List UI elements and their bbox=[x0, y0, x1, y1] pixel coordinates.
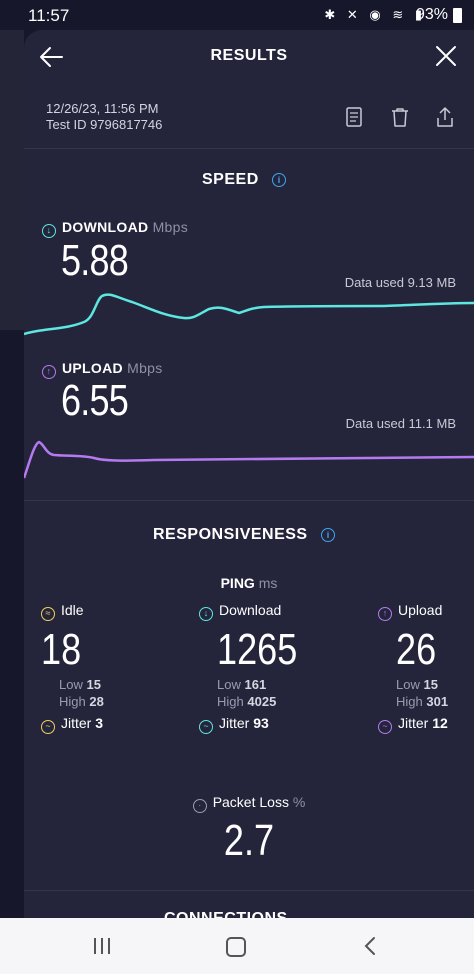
divider bbox=[24, 890, 474, 891]
test-date: 12/26/23, 11:56 PM bbox=[46, 101, 159, 116]
page-title: RESULTS bbox=[210, 47, 288, 64]
speed-info-icon[interactable]: i bbox=[272, 173, 286, 187]
idle-icon: ≈ bbox=[41, 607, 55, 621]
idle-low-value: 15 bbox=[86, 677, 101, 692]
home-icon[interactable] bbox=[226, 937, 246, 957]
status-time: 11:57 bbox=[28, 6, 70, 25]
idle-label: Idle bbox=[61, 602, 84, 618]
battery-percent: 93% bbox=[415, 6, 448, 23]
download-arrow-icon: ↓ bbox=[42, 224, 56, 238]
upload-data-used: Data used 11.1 MB bbox=[345, 416, 456, 431]
connections-section-title: CONNECTIONS bbox=[164, 910, 288, 918]
test-id: Test ID 9796817746 bbox=[46, 117, 163, 132]
download-unit: Mbps bbox=[152, 219, 189, 235]
download-ping-value: 1265 bbox=[217, 625, 298, 674]
download-high-value: 4025 bbox=[247, 694, 277, 709]
share-icon[interactable] bbox=[435, 106, 455, 128]
status-bar: 11:57 ✱ ✕ ◉ ≋ ▮ 93% bbox=[0, 0, 474, 30]
idle-jitter-value: 3 bbox=[95, 715, 104, 731]
divider bbox=[24, 148, 474, 149]
download-high-label: High bbox=[217, 694, 244, 709]
packet-loss-label: Packet Loss bbox=[212, 794, 289, 810]
upload-graph-line bbox=[24, 440, 474, 479]
upload-arrow-icon: ↑ bbox=[42, 365, 56, 379]
responsiveness-section-title: RESPONSIVENESS bbox=[153, 526, 308, 543]
jitter-icon: ~ bbox=[378, 720, 392, 734]
packet-loss-value: 2.7 bbox=[223, 816, 275, 865]
packet-loss-heading: · Packet Loss % bbox=[24, 794, 474, 813]
test-meta: 12/26/23, 11:56 PM Test ID 9796817746 bbox=[46, 101, 162, 133]
ping-unit: ms bbox=[258, 575, 278, 591]
ping-heading: PING ms bbox=[24, 575, 474, 591]
download-ping-label: Download bbox=[219, 602, 282, 618]
ping-label: PING bbox=[220, 575, 255, 591]
upload-low-label: Low bbox=[396, 677, 420, 692]
upload-high-value: 301 bbox=[426, 694, 449, 709]
download-graph-line bbox=[24, 293, 474, 336]
upload-unit: Mbps bbox=[127, 360, 163, 376]
idle-ping-value: 18 bbox=[41, 625, 82, 674]
packet-loss-icon: · bbox=[192, 799, 207, 813]
background-app-edge bbox=[0, 30, 24, 330]
jitter-icon: ~ bbox=[199, 720, 213, 734]
download-jitter-label: Jitter bbox=[219, 715, 250, 731]
download-label: DOWNLOAD bbox=[62, 219, 149, 235]
download-low-label: Low bbox=[217, 677, 241, 692]
upload-ping-label: Upload bbox=[398, 602, 443, 618]
idle-high-value: 28 bbox=[89, 694, 104, 709]
upload-low-value: 15 bbox=[423, 677, 438, 692]
android-nav-bar bbox=[0, 918, 474, 974]
download-speed-value: 5.88 bbox=[61, 236, 129, 285]
upload-ping-value: 26 bbox=[396, 625, 437, 674]
idle-low-label: Low bbox=[59, 677, 83, 692]
divider bbox=[24, 500, 474, 501]
trash-icon[interactable] bbox=[390, 106, 410, 128]
responsiveness-info-icon[interactable]: i bbox=[321, 528, 335, 542]
idle-jitter-label: Jitter bbox=[61, 715, 92, 731]
upload-arrow-icon: ↑ bbox=[378, 607, 392, 621]
speed-section-title: SPEED bbox=[202, 171, 259, 188]
battery-icon bbox=[453, 8, 462, 23]
close-icon[interactable] bbox=[434, 44, 458, 68]
jitter-icon: ~ bbox=[41, 720, 55, 734]
nav-back-icon[interactable] bbox=[362, 936, 378, 956]
upload-jitter-value: 12 bbox=[432, 715, 448, 731]
ping-download-column: ↓ Download 1265 Low 161 High 4025 ~ Jitter… bbox=[199, 602, 315, 734]
upload-jitter-label: Jitter bbox=[398, 715, 429, 731]
idle-high-label: High bbox=[59, 694, 86, 709]
upload-speed-value: 6.55 bbox=[61, 376, 129, 425]
status-icons: ✱ ✕ ◉ ≋ ▮ bbox=[324, 7, 426, 22]
packet-loss-unit: % bbox=[292, 794, 306, 810]
upload-label: UPLOAD bbox=[62, 360, 123, 376]
results-card: RESULTS 12/26/23, 11:56 PM Test ID 97968… bbox=[24, 30, 474, 918]
recent-apps-icon[interactable] bbox=[93, 938, 111, 954]
download-jitter-value: 93 bbox=[253, 715, 269, 731]
upload-graph bbox=[24, 440, 474, 479]
ping-idle-column: ≈ Idle 18 Low 15 High 28 ~ Jitter 3 bbox=[41, 602, 104, 734]
download-low-value: 161 bbox=[244, 677, 267, 692]
document-icon[interactable] bbox=[344, 106, 364, 128]
download-graph bbox=[24, 293, 474, 336]
download-arrow-icon: ↓ bbox=[199, 607, 213, 621]
ping-upload-column: ↑ Upload 26 Low 15 High 301 ~ Jitter 12 bbox=[378, 602, 448, 734]
upload-high-label: High bbox=[396, 694, 423, 709]
